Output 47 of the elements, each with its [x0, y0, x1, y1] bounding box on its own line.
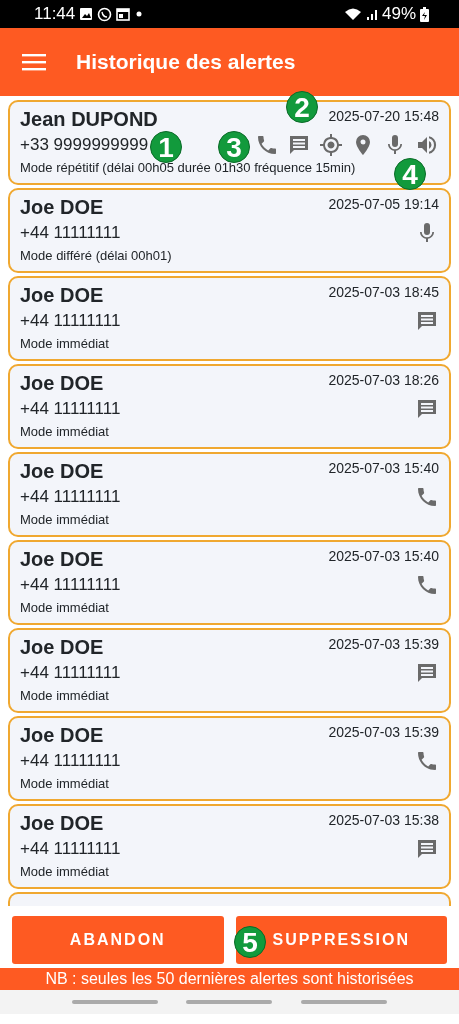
contact-name: Joe DOE [20, 459, 104, 484]
phone-number: +44 11111111 [20, 486, 121, 508]
alert-mode: Mode immédiat [20, 862, 109, 881]
alert-card[interactable]: Joe DOE 2025-07-03 15:40 +44 11111111 Mode immédiat [8, 452, 451, 537]
alert-date: 2025-07-03 15:38 [328, 811, 439, 830]
alert-mode: Mode immédiat [20, 686, 109, 705]
contact-name: Joe DOE [20, 811, 104, 836]
contact-name: Joe DOE [20, 283, 104, 308]
alert-date: 2025-07-03 18:45 [328, 283, 439, 302]
alert-mode: Mode immédiat [20, 422, 109, 441]
alert-date: 2025-07-03 15:39 [328, 723, 439, 742]
phone-number: +44 11111111 [20, 662, 121, 684]
alert-mode: Mode différé (délai 00h01) [20, 246, 172, 265]
alert-date: 2025-07-20 15:48 [328, 107, 439, 126]
alert-date: 2025-07-05 19:14 [328, 195, 439, 214]
phone-number: +44 11111111 [20, 750, 121, 772]
alert-mode: Mode immédiat [20, 510, 109, 529]
alert-card[interactable]: Joe DOE 2025-07-03 15:39 +44 11111111 Mode immédiat [8, 628, 451, 713]
alert-mode: Mode immédiat [20, 334, 109, 353]
contact-name: Jean DUPOND [20, 107, 158, 132]
contact-name: Joe DOE [20, 635, 104, 660]
phone-number: +44 11111111 [20, 222, 121, 244]
contact-name: Joe DOE [20, 723, 104, 748]
phone-number: +33 9999999999 [20, 134, 149, 156]
contact-name: Joe DOE [20, 195, 104, 220]
phone-number: +44 11111111 [20, 574, 121, 596]
alert-mode: Mode immédiat [20, 598, 109, 617]
alert-card[interactable]: Joe DOE 2025-07-03 15:40 +44 11111111 Mode immédiat [8, 540, 451, 625]
battery-percent: 49% [381, 3, 416, 26]
alert-date: 2025-07-03 18:26 [328, 371, 439, 390]
alert-date: 2025-07-03 15:40 [328, 547, 439, 566]
alert-card[interactable]: Joe DOE 2025-07-03 15:39 +44 11111111 Mode immédiat [8, 716, 451, 801]
phone-number: +44 11111111 [20, 398, 121, 420]
alert-card[interactable]: Joe DOE 2025-07-03 18:26 +44 11111111 Mode immédiat [8, 364, 451, 449]
clock-time: 11:44 [34, 3, 76, 26]
alert-card[interactable]: Joe DOE 2025-07-03 18:45 +44 11111111 Mode immédiat [8, 276, 451, 361]
alert-mode: Mode immédiat [20, 774, 109, 793]
contact-name: Joe DOE [20, 371, 104, 396]
alert-date: 2025-07-03 15:39 [328, 635, 439, 654]
contact-name: Joe DOE [20, 547, 104, 572]
phone-number: +44 11111111 [20, 310, 121, 332]
alert-card[interactable]: Joe DOE 2025-07-05 19:14 +44 11111111 Mode différé (délai 00h01) [8, 188, 451, 273]
alert-date: 2025-07-03 15:40 [328, 459, 439, 478]
history-limit-note: NB : seules les 50 dernières alertes sont historisées [0, 968, 459, 990]
alert-card[interactable]: Joe DOE 2025-07-03 15:38 +44 11111111 Mode immédiat [8, 804, 451, 889]
screen-title: Historique des alertes [76, 49, 296, 76]
phone-number: +44 11111111 [20, 838, 121, 860]
